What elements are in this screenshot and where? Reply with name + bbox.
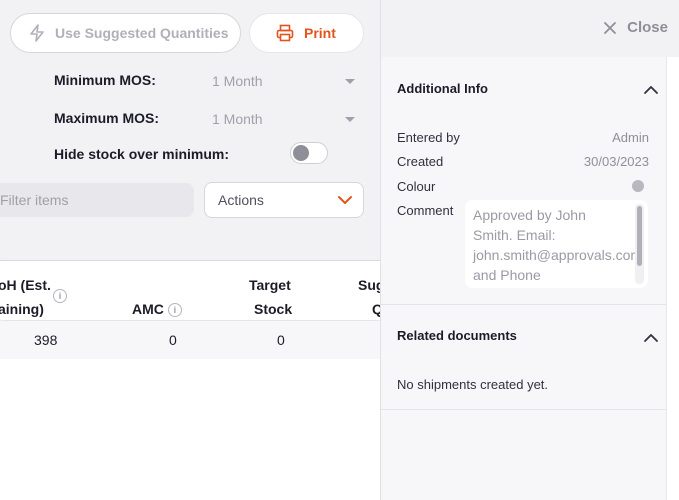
column-header-target[interactable]: Target — [249, 277, 291, 293]
info-icon: i — [167, 303, 182, 318]
chevron-up-icon[interactable] — [643, 82, 659, 100]
related-documents-empty: No shipments created yet. — [397, 377, 549, 392]
column-header-amc[interactable]: AMC i — [132, 301, 182, 318]
printer-icon — [276, 24, 294, 42]
chevron-up-icon[interactable] — [643, 330, 659, 348]
column-header-suggested-line2-wrap: Q — [372, 301, 380, 317]
filter-items-input[interactable]: Filter items — [0, 183, 194, 217]
detail-side-panel: Close Additional Info Entered by Admin C… — [380, 0, 679, 500]
print-label: Print — [304, 25, 336, 41]
actions-dropdown[interactable]: Actions — [204, 182, 364, 218]
chevron-down-icon — [337, 195, 353, 205]
panel-header: Close — [381, 0, 679, 57]
close-icon — [603, 21, 617, 35]
colour-swatch[interactable] — [632, 180, 644, 192]
comment-textarea[interactable]: Approved by John Smith. Email: john.smit… — [465, 200, 648, 288]
column-header-target-line1: Target — [249, 277, 291, 293]
additional-info-title: Additional Info — [397, 81, 488, 96]
column-header-target-line2: Stock — [254, 301, 293, 317]
colour-label: Colour — [397, 179, 436, 194]
related-documents-title: Related documents — [397, 328, 517, 343]
main-content: Use Suggested Quantities Print Minimum M… — [0, 0, 380, 500]
comment-label: Comment — [397, 203, 454, 218]
maximum-mos-label: Maximum MOS: — [54, 110, 160, 126]
column-header-soh-line2-wrap: aining) — [0, 301, 44, 317]
close-button[interactable]: Close — [603, 19, 668, 36]
hide-stock-toggle[interactable] — [290, 142, 328, 164]
use-suggested-quantities-label: Use Suggested Quantities — [55, 25, 229, 41]
section-divider — [381, 304, 666, 305]
column-header-soh[interactable]: oH (Est. — [0, 277, 51, 293]
actions-label: Actions — [218, 192, 264, 208]
minimum-mos-label: Minimum MOS: — [54, 72, 156, 88]
column-header-target-line2-wrap: Stock — [254, 301, 292, 317]
info-icon: i — [53, 289, 67, 303]
cell-soh: 398 — [34, 332, 58, 348]
column-header-soh-line2: aining) — [0, 301, 44, 317]
comment-scrollbar-thumb[interactable] — [637, 206, 642, 266]
use-suggested-quantities-button[interactable]: Use Suggested Quantities — [10, 13, 241, 53]
maximum-mos-value: 1 Month — [212, 111, 263, 127]
entered-by-value: Admin — [612, 130, 649, 145]
lightning-icon — [29, 24, 45, 42]
table-header: oH (Est. aining) i AMCi Target Stock Sug… — [0, 260, 380, 320]
column-header-suggested[interactable]: Sug — [358, 277, 380, 293]
created-label: Created — [397, 154, 444, 169]
comment-text: Approved by John Smith. Email: john.smit… — [473, 207, 643, 283]
column-header-suggested-line2: Q — [372, 301, 380, 317]
minimum-mos-value: 1 Month — [212, 73, 263, 89]
minimum-mos-select[interactable]: 1 Month — [212, 70, 357, 92]
panel-scrollbar[interactable] — [666, 57, 679, 500]
column-header-soh-line1: oH (Est. — [0, 277, 51, 293]
cell-amc: 0 — [169, 332, 177, 348]
hide-stock-label: Hide stock over minimum: — [54, 146, 230, 162]
caret-down-icon — [345, 116, 355, 122]
column-header-suggested-line1: Sug — [358, 277, 380, 293]
caret-down-icon — [345, 78, 355, 84]
close-label: Close — [627, 19, 668, 36]
toggle-knob — [293, 145, 309, 161]
print-button[interactable]: Print — [249, 13, 364, 53]
section-divider — [381, 409, 666, 410]
entered-by-label: Entered by — [397, 130, 460, 145]
maximum-mos-select[interactable]: 1 Month — [212, 108, 357, 130]
filter-items-placeholder: Filter items — [0, 192, 69, 208]
table-row[interactable]: 398 0 0 — [0, 321, 380, 359]
column-header-amc-label: AMC — [132, 301, 164, 317]
cell-target: 0 — [277, 332, 285, 348]
created-value: 30/03/2023 — [583, 154, 649, 169]
